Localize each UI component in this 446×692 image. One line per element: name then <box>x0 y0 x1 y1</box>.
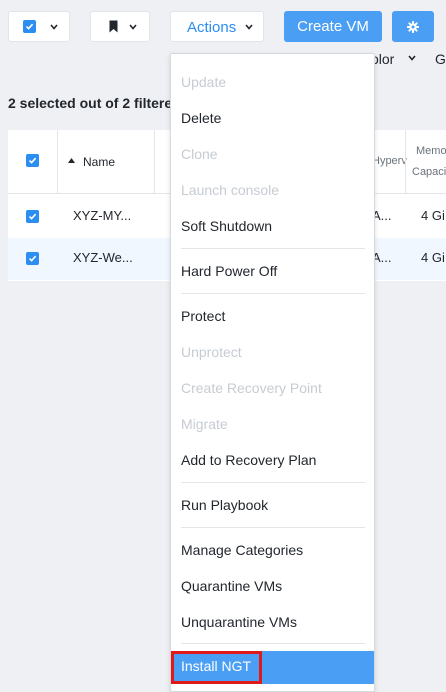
settings-button[interactable] <box>392 11 434 42</box>
chevron-down-icon <box>245 24 253 30</box>
menu-divider <box>181 527 365 528</box>
menu-item-install-ngt[interactable]: Install NGT <box>171 651 374 684</box>
bookmark-dropdown[interactable] <box>90 11 150 42</box>
column-header-name[interactable]: Name <box>83 155 115 169</box>
menu-item-delete[interactable]: Delete <box>181 110 221 126</box>
sort-ascending-icon <box>68 158 75 163</box>
memory-cell: 4 Gi <box>421 250 445 265</box>
menu-item-launch-console: Launch console <box>181 182 280 198</box>
column-header-memory[interactable]: Memo <box>416 145 446 157</box>
menu-item-manage-categories[interactable]: Manage Categories <box>181 542 303 558</box>
create-vm-button[interactable]: Create VM <box>284 11 382 42</box>
gear-icon <box>407 20 419 33</box>
vm-name-link[interactable]: XYZ-We... <box>73 250 133 265</box>
menu-item-create-recovery-point: Create Recovery Point <box>181 380 322 396</box>
menu-item-soft-shutdown[interactable]: Soft Shutdown <box>181 218 272 234</box>
checkbox-icon <box>23 20 36 33</box>
menu-item-migrate: Migrate <box>181 416 228 432</box>
menu-item-unquarantine-vms[interactable]: Unquarantine VMs <box>181 614 297 630</box>
select-all-checkbox[interactable] <box>26 154 39 167</box>
menu-item-run-playbook[interactable]: Run Playbook <box>181 497 268 513</box>
menu-divider <box>181 293 365 294</box>
actions-label: Actions <box>187 19 237 36</box>
menu-divider <box>181 643 365 644</box>
select-all-dropdown[interactable] <box>8 11 70 42</box>
menu-divider <box>181 248 365 249</box>
menu-item-unprotect: Unprotect <box>181 344 242 360</box>
row-checkbox[interactable] <box>26 252 39 265</box>
menu-item-quarantine-vms[interactable]: Quarantine VMs <box>181 578 282 594</box>
menu-item-protect[interactable]: Protect <box>181 308 225 324</box>
column-header-hypervisor[interactable]: Hyperv <box>372 155 407 167</box>
group-by-dropdown[interactable]: G <box>435 51 446 67</box>
menu-item-add-to-recovery-plan[interactable]: Add to Recovery Plan <box>181 452 316 468</box>
chevron-down-icon <box>129 24 137 30</box>
bookmark-icon <box>109 20 118 33</box>
row-checkbox[interactable] <box>26 210 39 223</box>
install-ngt-label: Install NGT <box>181 658 252 674</box>
actions-menu: Update Delete Clone Launch console Soft … <box>170 53 375 692</box>
memory-cell: 4 Gi <box>421 208 445 223</box>
menu-divider <box>181 482 365 483</box>
selection-summary: 2 selected out of 2 filtered <box>8 95 181 111</box>
chevron-down-icon <box>50 24 58 30</box>
menu-item-update: Update <box>181 74 227 90</box>
chevron-down-icon <box>408 55 416 61</box>
column-header-memory-capacity: Capaci <box>412 166 446 178</box>
vm-name-link[interactable]: XYZ-MY... <box>73 208 131 223</box>
menu-item-clone: Clone <box>181 146 218 162</box>
menu-item-hard-power-off[interactable]: Hard Power Off <box>181 263 277 279</box>
actions-dropdown[interactable]: Actions <box>170 11 264 42</box>
